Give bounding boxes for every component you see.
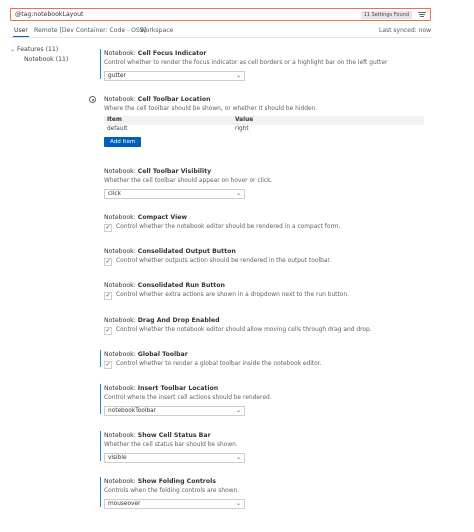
search-query: @tag:notebookLayout bbox=[15, 11, 84, 18]
chevron-down-icon: ⌄ bbox=[10, 46, 16, 53]
setting-description: Control whether to render a global toolb… bbox=[116, 361, 322, 367]
settings-found-badge: 11 Settings Found bbox=[360, 11, 412, 19]
filter-icon[interactable] bbox=[418, 12, 426, 18]
cell-status-bar-select[interactable]: visible ⌄ bbox=[104, 453, 245, 463]
setting-title: Notebook: Consolidated Run Button bbox=[104, 282, 225, 289]
table-row[interactable]: default right bbox=[104, 125, 424, 134]
consolidated-output-checkbox[interactable]: ✓ bbox=[104, 257, 112, 266]
setting-consolidated-output-button: Notebook: Consolidated Output Button ✓ Co… bbox=[100, 247, 430, 266]
tab-workspace[interactable]: Workspace bbox=[140, 27, 173, 34]
setting-title: Notebook: Show Cell Status Bar bbox=[104, 432, 211, 439]
chevron-down-icon: ⌄ bbox=[235, 407, 241, 414]
chevron-down-icon: ⌄ bbox=[235, 500, 241, 507]
setting-title: Notebook: Drag And Drop Enabled bbox=[104, 317, 220, 324]
tab-user[interactable]: User bbox=[13, 27, 29, 37]
setting-title: Notebook: Cell Toolbar Location bbox=[104, 96, 211, 103]
global-toolbar-checkbox[interactable]: ✓ bbox=[104, 360, 112, 369]
chevron-down-icon: ⌄ bbox=[235, 454, 241, 461]
tab-remote[interactable]: Remote [Dev Container: Code - OSS] bbox=[34, 27, 146, 34]
setting-title: Notebook: Global Toolbar bbox=[104, 351, 188, 358]
sync-status: Last synced: now bbox=[379, 27, 431, 34]
toc-item-notebook[interactable]: Notebook (11) bbox=[10, 55, 68, 65]
setting-drag-and-drop: Notebook: Drag And Drop Enabled ✓ Control… bbox=[100, 316, 430, 335]
setting-title: Notebook: Cell Focus Indicator bbox=[104, 50, 207, 57]
setting-description: Control whether extra actions are shown … bbox=[116, 292, 350, 298]
setting-description: Control whether the notebook editor shou… bbox=[116, 327, 372, 333]
settings-search-input[interactable]: @tag:notebookLayout 11 Settings Found bbox=[10, 8, 431, 21]
setting-consolidated-run-button: Notebook: Consolidated Run Button ✓ Contr… bbox=[100, 281, 430, 300]
gear-icon[interactable] bbox=[89, 96, 96, 103]
consolidated-run-checkbox[interactable]: ✓ bbox=[104, 291, 112, 300]
setting-show-cell-status-bar: Notebook: Show Cell Status Bar Whether t… bbox=[100, 431, 430, 463]
setting-description: Controls when the folding controls are s… bbox=[104, 488, 240, 494]
compact-view-checkbox[interactable]: ✓ bbox=[104, 223, 112, 232]
setting-description: Control where the insert cell actions sh… bbox=[104, 395, 272, 401]
toc-item-features[interactable]: ⌄ Features (11) bbox=[10, 45, 68, 55]
setting-show-folding-controls: Notebook: Show Folding Controls Controls… bbox=[100, 477, 430, 509]
setting-title: Notebook: Insert Toolbar Location bbox=[104, 385, 219, 392]
folding-controls-select[interactable]: mouseover ⌄ bbox=[104, 499, 245, 509]
chevron-down-icon: ⌄ bbox=[235, 190, 241, 197]
add-item-button[interactable]: Add Item bbox=[104, 137, 142, 147]
setting-description: Control whether to render the focus indi… bbox=[104, 60, 388, 66]
setting-compact-view: Notebook: Compact View ✓ Control whether … bbox=[100, 213, 430, 232]
setting-title: Notebook: Cell Toolbar Visibility bbox=[104, 168, 212, 175]
setting-description: Whether the cell status bar should be sh… bbox=[104, 442, 238, 448]
setting-cell-toolbar-location: Notebook: Cell Toolbar Location Where th… bbox=[100, 95, 430, 147]
setting-description: Control whether outputs action should be… bbox=[116, 258, 332, 264]
setting-description: Control whether the notebook editor shou… bbox=[116, 224, 341, 230]
setting-title: Notebook: Consolidated Output Button bbox=[104, 248, 236, 255]
settings-toc: ⌄ Features (11) Notebook (11) bbox=[10, 45, 68, 65]
cell-focus-indicator-select[interactable]: gutter ⌄ bbox=[104, 71, 245, 81]
insert-toolbar-location-select[interactable]: notebookToolbar ⌄ bbox=[104, 406, 245, 416]
cell-toolbar-visibility-select[interactable]: click ⌄ bbox=[104, 189, 245, 199]
setting-title: Notebook: Show Folding Controls bbox=[104, 478, 216, 485]
table-header: Item Value bbox=[104, 116, 424, 125]
drag-drop-checkbox[interactable]: ✓ bbox=[104, 326, 112, 335]
chevron-down-icon: ⌄ bbox=[235, 72, 241, 79]
setting-cell-toolbar-visibility: Notebook: Cell Toolbar Visibility Whethe… bbox=[100, 167, 430, 199]
cell-toolbar-location-table: Item Value default right bbox=[104, 116, 424, 134]
setting-description: Whether the cell toolbar should appear o… bbox=[104, 178, 273, 184]
settings-scope-tabs: User Remote [Dev Container: Code - OSS] … bbox=[10, 26, 431, 38]
setting-cell-focus-indicator: Notebook: Cell Focus Indicator Control w… bbox=[100, 49, 430, 81]
setting-insert-toolbar-location: Notebook: Insert Toolbar Location Contro… bbox=[100, 384, 430, 416]
setting-title: Notebook: Compact View bbox=[104, 214, 188, 221]
setting-global-toolbar: Notebook: Global Toolbar ✓ Control whethe… bbox=[100, 350, 430, 369]
setting-description: Where the cell toolbar should be shown, … bbox=[104, 106, 318, 112]
